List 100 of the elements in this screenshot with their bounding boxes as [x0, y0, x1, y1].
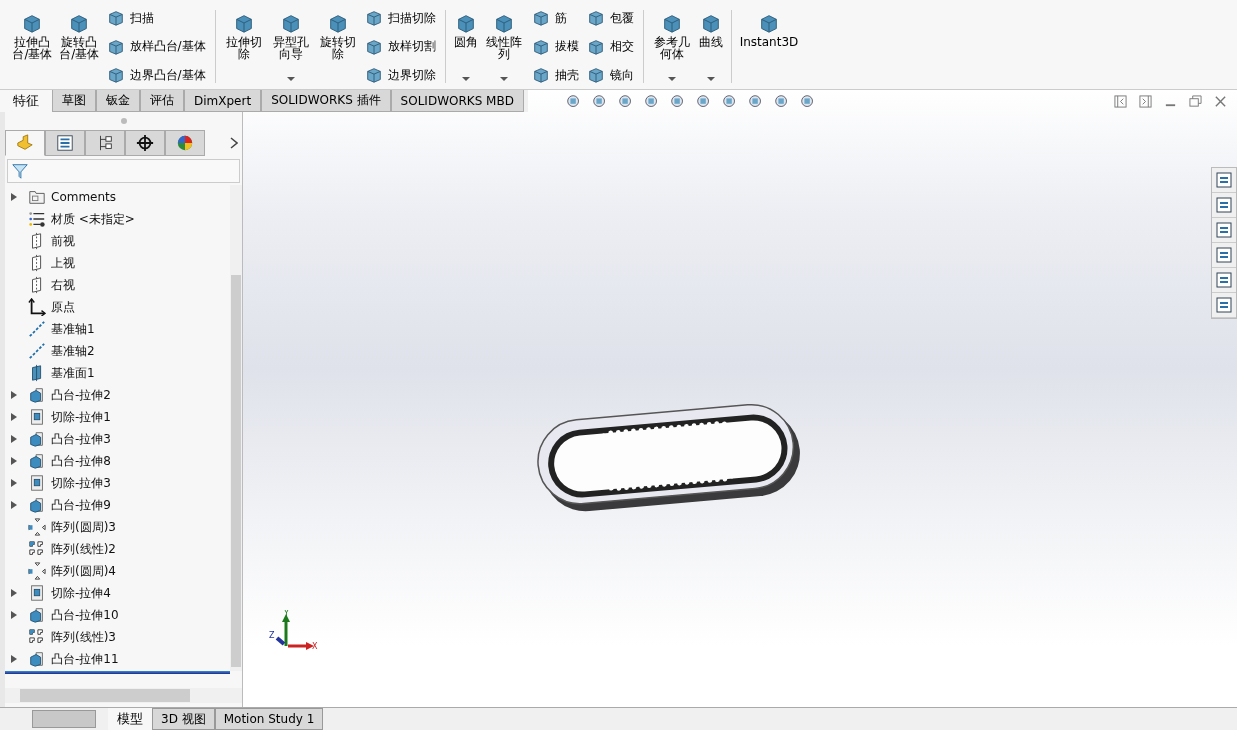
restore-icon[interactable] — [1189, 95, 1202, 108]
folder-icon — [28, 188, 46, 206]
feature-icon — [106, 37, 125, 56]
ribbon-command[interactable]: 包覆 — [583, 8, 637, 28]
command-tab[interactable]: SOLIDWORKS 插件 — [261, 90, 391, 112]
ribbon-command[interactable]: 扫描 — [103, 8, 209, 28]
close-icon[interactable] — [1214, 95, 1227, 108]
ribbon-command[interactable]: 旋转切除 — [315, 8, 361, 89]
tree-item[interactable]: 基准面1 — [51, 364, 95, 382]
expand-arrow-icon[interactable] — [11, 589, 17, 597]
tree-item[interactable]: 切除-拉伸4 — [51, 584, 111, 602]
tree-item[interactable]: 原点 — [51, 298, 75, 316]
expand-arrow-icon[interactable] — [11, 193, 17, 201]
ribbon-command[interactable]: 参考几何体 — [649, 8, 695, 89]
tree-item[interactable]: 材质 <未指定> — [51, 210, 135, 228]
ribbon-command[interactable]: 抽壳 — [528, 65, 582, 85]
tree-item[interactable]: 阵列(线性)2 — [51, 540, 116, 558]
tree-item[interactable]: 右视 — [51, 276, 75, 294]
ribbon-command[interactable]: 筋 — [528, 8, 582, 28]
pattern-icon — [28, 628, 46, 646]
tree-item[interactable]: 基准轴2 — [51, 342, 95, 360]
expand-arrow-icon[interactable] — [11, 501, 17, 509]
tree-item[interactable]: 前视 — [51, 232, 75, 250]
panel-tab[interactable] — [85, 130, 125, 156]
feature-icon — [586, 37, 605, 56]
command-tab[interactable]: 钣金 — [96, 90, 140, 112]
expand-arrow-icon[interactable] — [11, 457, 17, 465]
crosshair-icon — [136, 134, 154, 152]
expand-arrow-icon[interactable] — [11, 435, 17, 443]
command-tab[interactable]: 评估 — [140, 90, 184, 112]
feature-icon — [106, 66, 125, 84]
ribbon-command[interactable]: 拉伸切除 — [221, 8, 267, 89]
splitter-handle[interactable] — [120, 118, 127, 124]
tree-item[interactable]: 凸台-拉伸2 — [51, 386, 111, 404]
ribbon-command[interactable]: 边界凸台/基体 — [103, 65, 209, 85]
model-view-tab[interactable]: 模型 — [108, 708, 152, 730]
command-tab[interactable]: 草图 — [52, 90, 96, 112]
ribbon-command[interactable]: 曲线 — [696, 8, 725, 89]
model-view-tab[interactable]: 3D 视图 — [152, 708, 215, 730]
rollback-bar[interactable] — [5, 671, 230, 674]
tree-item[interactable]: 上视 — [51, 254, 75, 272]
x-axis-arrow — [288, 642, 314, 650]
chevron-right-icon[interactable] — [230, 137, 238, 149]
y-axis-label: Y — [284, 610, 289, 618]
feature-icon — [365, 66, 384, 84]
tree-item[interactable]: 阵列(圆周)4 — [51, 562, 116, 580]
feature-icon — [365, 37, 384, 56]
tree-item[interactable]: 阵列(线性)3 — [51, 628, 116, 646]
horizontal-scrollbar[interactable] — [5, 688, 242, 703]
ribbon-command[interactable]: 放样凸台/基体 — [103, 36, 209, 57]
pattern-icon — [28, 562, 46, 580]
extrude-icon — [28, 430, 46, 448]
part-icon — [16, 134, 34, 152]
ribbon-command[interactable]: 镜向 — [583, 65, 637, 85]
ribbon-command[interactable]: 扫描切除 — [362, 8, 440, 28]
vertical-scrollbar[interactable] — [230, 185, 242, 671]
axis-icon — [28, 342, 46, 360]
tree-item[interactable]: Comments — [51, 190, 117, 204]
ribbon-command[interactable]: 拔模 — [528, 36, 582, 57]
tile-right-icon[interactable] — [1139, 95, 1152, 108]
expand-arrow-icon[interactable] — [11, 479, 17, 487]
expand-arrow-icon[interactable] — [11, 611, 17, 619]
panel-tab[interactable] — [125, 130, 165, 156]
cut-icon — [28, 584, 46, 602]
tree-item[interactable]: 切除-拉伸3 — [51, 474, 111, 492]
extrude-icon — [28, 650, 46, 668]
expand-arrow-icon[interactable] — [11, 391, 17, 399]
ribbon-command[interactable]: 圆角 — [452, 8, 481, 89]
cut-icon — [28, 408, 46, 426]
color-wheel-icon — [176, 134, 194, 152]
ribbon-command[interactable]: 线性阵列 — [482, 8, 527, 89]
ribbon-command[interactable]: 异型孔向导 — [268, 8, 314, 89]
ribbon-command[interactable]: 拉伸凸台/基体 — [10, 8, 55, 89]
tree-item[interactable]: 凸台-拉伸11 — [51, 650, 119, 668]
command-tab[interactable]: DimXpert — [184, 90, 262, 112]
tree-item[interactable]: 阵列(圆周)3 — [51, 518, 116, 536]
command-tab[interactable]: 特征 — [0, 90, 52, 112]
ribbon-command[interactable]: Instant3D — [737, 8, 801, 89]
feature-icon — [365, 9, 384, 27]
tree-item[interactable]: 切除-拉伸1 — [51, 408, 111, 426]
command-tab[interactable]: SOLIDWORKS MBD — [390, 90, 524, 112]
tree-item[interactable]: 凸台-拉伸3 — [51, 430, 111, 448]
tree-item[interactable]: 凸台-拉伸9 — [51, 496, 111, 514]
feature-icon — [586, 66, 605, 84]
filter-field[interactable] — [7, 159, 240, 183]
tree-item[interactable]: 凸台-拉伸8 — [51, 452, 111, 470]
ribbon-command[interactable]: 边界切除 — [362, 65, 440, 85]
tile-left-icon[interactable] — [1114, 95, 1127, 108]
model-view-tab[interactable]: Motion Study 1 — [214, 708, 324, 730]
filter-icon — [11, 162, 29, 180]
tree-item[interactable]: 凸台-拉伸10 — [51, 606, 119, 624]
ribbon-command[interactable]: 旋转凸台/基体 — [56, 8, 102, 89]
ribbon-command[interactable]: 放样切割 — [362, 36, 440, 57]
expand-arrow-icon[interactable] — [11, 413, 17, 421]
z-axis-label: Z — [269, 631, 275, 640]
y-axis-arrow — [282, 614, 290, 646]
ribbon-command[interactable]: 相交 — [583, 36, 637, 57]
material-icon — [28, 210, 46, 228]
expand-arrow-icon[interactable] — [11, 655, 17, 663]
tree-item[interactable]: 基准轴1 — [51, 320, 95, 338]
